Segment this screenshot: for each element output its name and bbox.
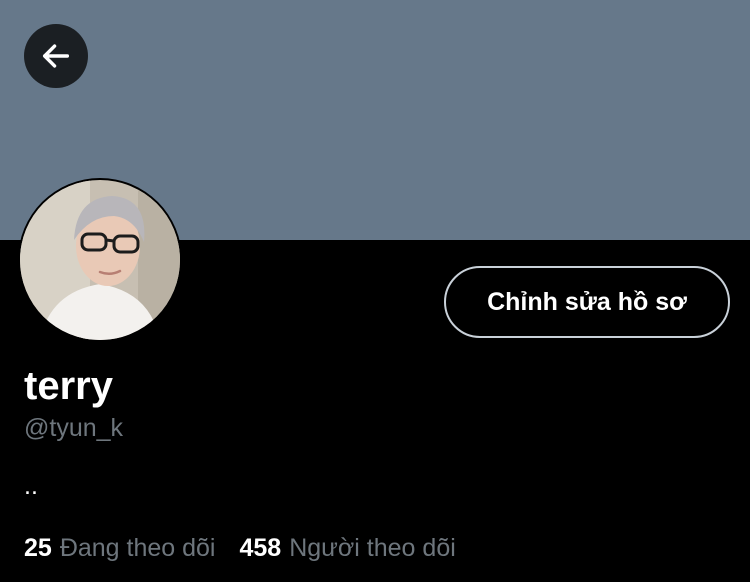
followers-label: Người theo dõi	[289, 534, 456, 562]
following-label: Đang theo dõi	[59, 534, 216, 562]
avatar[interactable]	[20, 180, 180, 340]
user-handle: @tyun_k	[24, 414, 124, 442]
edit-profile-button[interactable]: Chỉnh sửa hồ sơ	[444, 266, 730, 338]
display-name: terry	[24, 364, 113, 408]
avatar-photo	[20, 180, 180, 340]
profile-bio: ..	[24, 472, 38, 500]
edit-profile-label: Chỉnh sửa hồ sơ	[487, 287, 687, 316]
avatar-border	[18, 178, 182, 342]
back-button[interactable]	[24, 24, 88, 88]
arrow-left-icon	[42, 44, 70, 68]
following-stat[interactable]: 25 Đang theo dõi	[24, 532, 216, 564]
followers-stat[interactable]: 458 Người theo dõi	[240, 532, 456, 564]
follow-stats: 25 Đang theo dõi 458 Người theo dõi	[24, 532, 456, 564]
following-count: 25	[24, 534, 52, 562]
followers-count: 458	[239, 534, 282, 562]
